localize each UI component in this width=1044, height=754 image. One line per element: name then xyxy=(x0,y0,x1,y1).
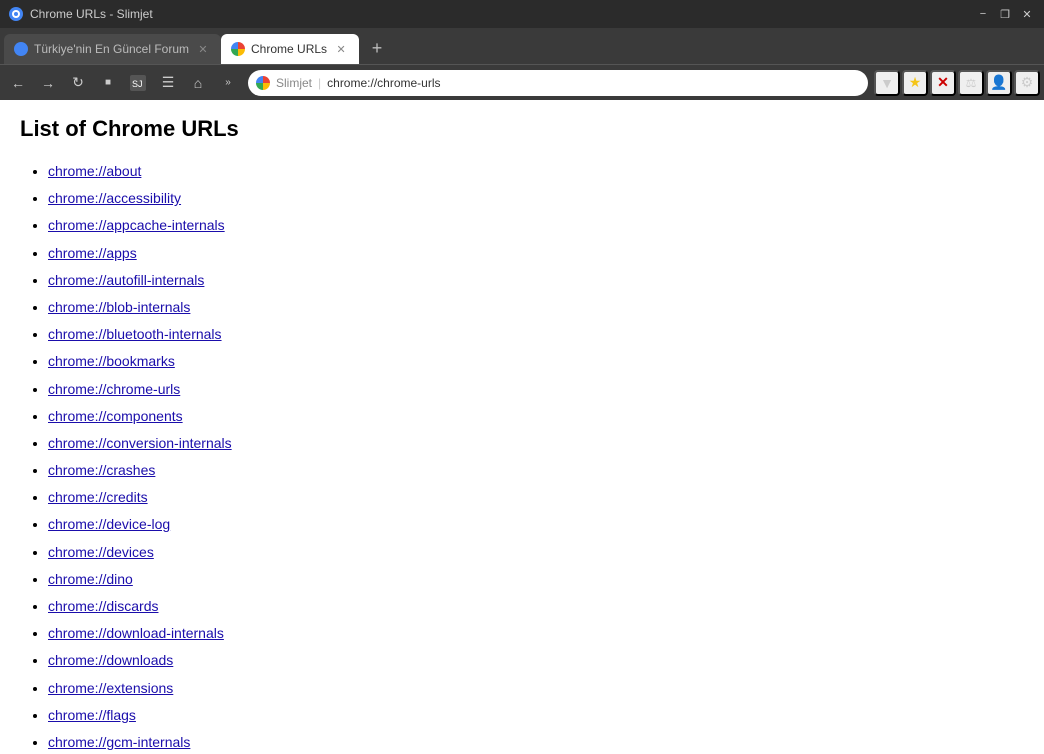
list-item: chrome://autofill-internals xyxy=(48,267,1024,294)
home-button[interactable]: ⌂ xyxy=(184,69,212,97)
window-controls: − ❐ ✕ xyxy=(974,5,1036,23)
list-item: chrome://appcache-internals xyxy=(48,212,1024,239)
list-item: chrome://extensions xyxy=(48,675,1024,702)
tab-forum[interactable]: Türkiye'nin En Güncel Forum ✕ xyxy=(4,34,221,64)
list-item: chrome://downloads xyxy=(48,647,1024,674)
list-item: chrome://about xyxy=(48,158,1024,185)
list-item: chrome://devices xyxy=(48,539,1024,566)
new-tab-button[interactable]: + xyxy=(363,34,391,62)
chrome-url-link[interactable]: chrome://discards xyxy=(48,598,158,614)
chrome-url-link[interactable]: chrome://bluetooth-internals xyxy=(48,326,222,342)
svg-text:SJ: SJ xyxy=(132,79,143,89)
bookmark-star-button[interactable]: ★ xyxy=(902,70,928,96)
chrome-url-link[interactable]: chrome://about xyxy=(48,163,141,179)
tab-chrome-urls-label: Chrome URLs xyxy=(251,42,327,56)
back-button[interactable]: ← xyxy=(4,69,32,97)
app-icon xyxy=(8,6,24,22)
title-bar-left: Chrome URLs - Slimjet xyxy=(8,6,153,22)
nav-bar: ← → ↻ ■ SJ ☰ ⌂ » Slimjet | chrome://chro… xyxy=(0,64,1044,100)
list-item: chrome://download-internals xyxy=(48,620,1024,647)
page-title: List of Chrome URLs xyxy=(20,116,1024,142)
slimjet-button[interactable]: SJ xyxy=(124,69,152,97)
settings-button[interactable]: ⚙ xyxy=(1014,70,1040,96)
page-content: List of Chrome URLs chrome://aboutchrome… xyxy=(0,100,1044,754)
tab-forum-close[interactable]: ✕ xyxy=(195,41,211,57)
nav-extra-button[interactable]: » xyxy=(214,69,242,97)
chrome-url-link[interactable]: chrome://appcache-internals xyxy=(48,217,225,233)
tab-bar: Türkiye'nin En Güncel Forum ✕ Chrome URL… xyxy=(0,28,1044,64)
close-tab-btn[interactable]: ✕ xyxy=(930,70,956,96)
chrome-url-link[interactable]: chrome://extensions xyxy=(48,680,173,696)
list-item: chrome://blob-internals xyxy=(48,294,1024,321)
chrome-url-list: chrome://about chrome://accessibility chro… xyxy=(20,158,1024,754)
chrome-url-link[interactable]: chrome://conversion-internals xyxy=(48,435,232,451)
chrome-url-link[interactable]: chrome://components xyxy=(48,408,183,424)
chrome-url-link[interactable]: chrome://bookmarks xyxy=(48,353,175,369)
address-origin: Slimjet xyxy=(276,76,312,90)
forward-button[interactable]: → xyxy=(34,69,62,97)
list-item: chrome://credits xyxy=(48,484,1024,511)
chrome-url-link[interactable]: chrome://download-internals xyxy=(48,625,224,641)
address-bar[interactable]: Slimjet | chrome://chrome-urls xyxy=(248,70,868,96)
tab-forum-label: Türkiye'nin En Güncel Forum xyxy=(34,42,189,56)
restore-button[interactable]: ❐ xyxy=(996,5,1014,23)
tab-forum-favicon xyxy=(14,42,28,56)
tab-chrome-urls[interactable]: Chrome URLs ✕ xyxy=(221,34,359,64)
list-item: chrome://gcm-internals xyxy=(48,729,1024,754)
chrome-url-link[interactable]: chrome://flags xyxy=(48,707,136,723)
list-item: chrome://bookmarks xyxy=(48,348,1024,375)
list-item: chrome://discards xyxy=(48,593,1024,620)
chrome-url-link[interactable]: chrome://dino xyxy=(48,571,133,587)
chrome-url-link[interactable]: chrome://apps xyxy=(48,245,137,261)
bookmark-button[interactable]: ☰ xyxy=(154,69,182,97)
list-item: chrome://accessibility xyxy=(48,185,1024,212)
list-item: chrome://components xyxy=(48,403,1024,430)
address-dropdown-button[interactable]: ▼ xyxy=(874,70,900,96)
chrome-url-link[interactable]: chrome://device-log xyxy=(48,516,170,532)
chrome-url-link[interactable]: chrome://gcm-internals xyxy=(48,734,190,750)
chrome-url-link[interactable]: chrome://devices xyxy=(48,544,154,560)
list-item: chrome://bluetooth-internals xyxy=(48,321,1024,348)
list-item: chrome://dino xyxy=(48,566,1024,593)
title-bar: Chrome URLs - Slimjet − ❐ ✕ xyxy=(0,0,1044,28)
chrome-url-link[interactable]: chrome://downloads xyxy=(48,652,173,668)
list-item: chrome://conversion-internals xyxy=(48,430,1024,457)
list-item: chrome://flags xyxy=(48,702,1024,729)
extensions-puzzle-button[interactable]: ⚖ xyxy=(958,70,984,96)
tab-chrome-urls-favicon xyxy=(231,42,245,56)
chrome-url-link[interactable]: chrome://accessibility xyxy=(48,190,181,206)
minimize-button[interactable]: − xyxy=(974,5,992,23)
list-item: chrome://device-log xyxy=(48,511,1024,538)
window-title: Chrome URLs - Slimjet xyxy=(30,7,153,21)
chrome-url-link[interactable]: chrome://chrome-urls xyxy=(48,381,180,397)
chrome-url-link[interactable]: chrome://autofill-internals xyxy=(48,272,204,288)
reload-button[interactable]: ↻ xyxy=(64,69,92,97)
chrome-url-link[interactable]: chrome://crashes xyxy=(48,462,155,478)
tab-chrome-urls-close[interactable]: ✕ xyxy=(333,41,349,57)
address-favicon xyxy=(256,76,270,90)
list-item: chrome://apps xyxy=(48,240,1024,267)
close-button[interactable]: ✕ xyxy=(1018,5,1036,23)
chrome-url-link[interactable]: chrome://blob-internals xyxy=(48,299,190,315)
list-item: chrome://chrome-urls xyxy=(48,376,1024,403)
stop-button[interactable]: ■ xyxy=(94,69,122,97)
list-item: chrome://crashes xyxy=(48,457,1024,484)
address-separator: | xyxy=(318,76,321,90)
chrome-url-link[interactable]: chrome://credits xyxy=(48,489,148,505)
address-path: chrome://chrome-urls xyxy=(327,76,860,90)
profile-button[interactable]: 👤 xyxy=(986,70,1012,96)
